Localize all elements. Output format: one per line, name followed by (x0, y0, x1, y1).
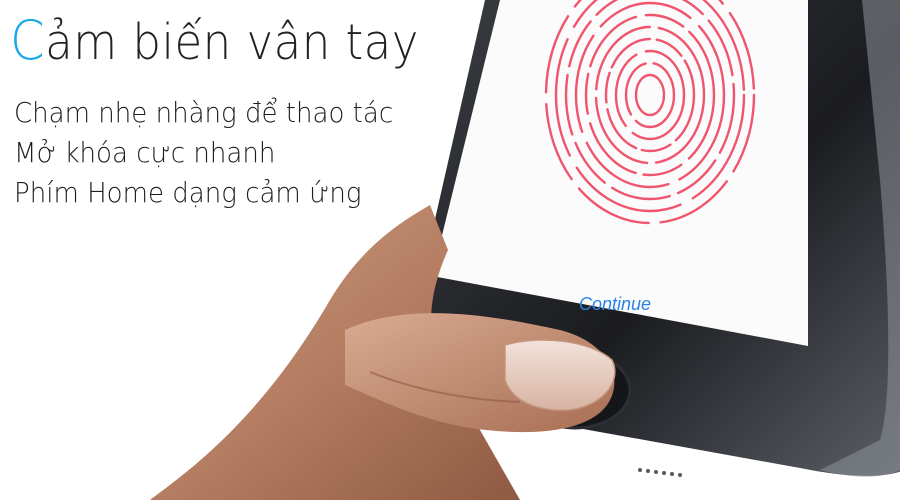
hand-phone-illustration (150, 0, 900, 500)
banner: Cảm biến vân tay Chạm nhẹ nhàng để thao … (0, 0, 900, 500)
feature-item: Mở khóa cực nhanh (14, 136, 276, 169)
thumbnail (504, 339, 616, 411)
title-first-letter: C (10, 9, 46, 72)
speaker-grille (638, 468, 682, 477)
continue-button[interactable]: Continue (579, 294, 651, 315)
feature-item: Chạm nhẹ nhàng để thao tác (14, 96, 394, 129)
page-title: Cảm biến vân tay (10, 14, 419, 68)
feature-item: Phím Home dạng cảm ứng (14, 176, 362, 209)
feature-list: Chạm nhẹ nhàng để thao tác Mở khóa cực n… (14, 93, 393, 213)
title-rest: ảm biến vân tay (45, 14, 419, 71)
